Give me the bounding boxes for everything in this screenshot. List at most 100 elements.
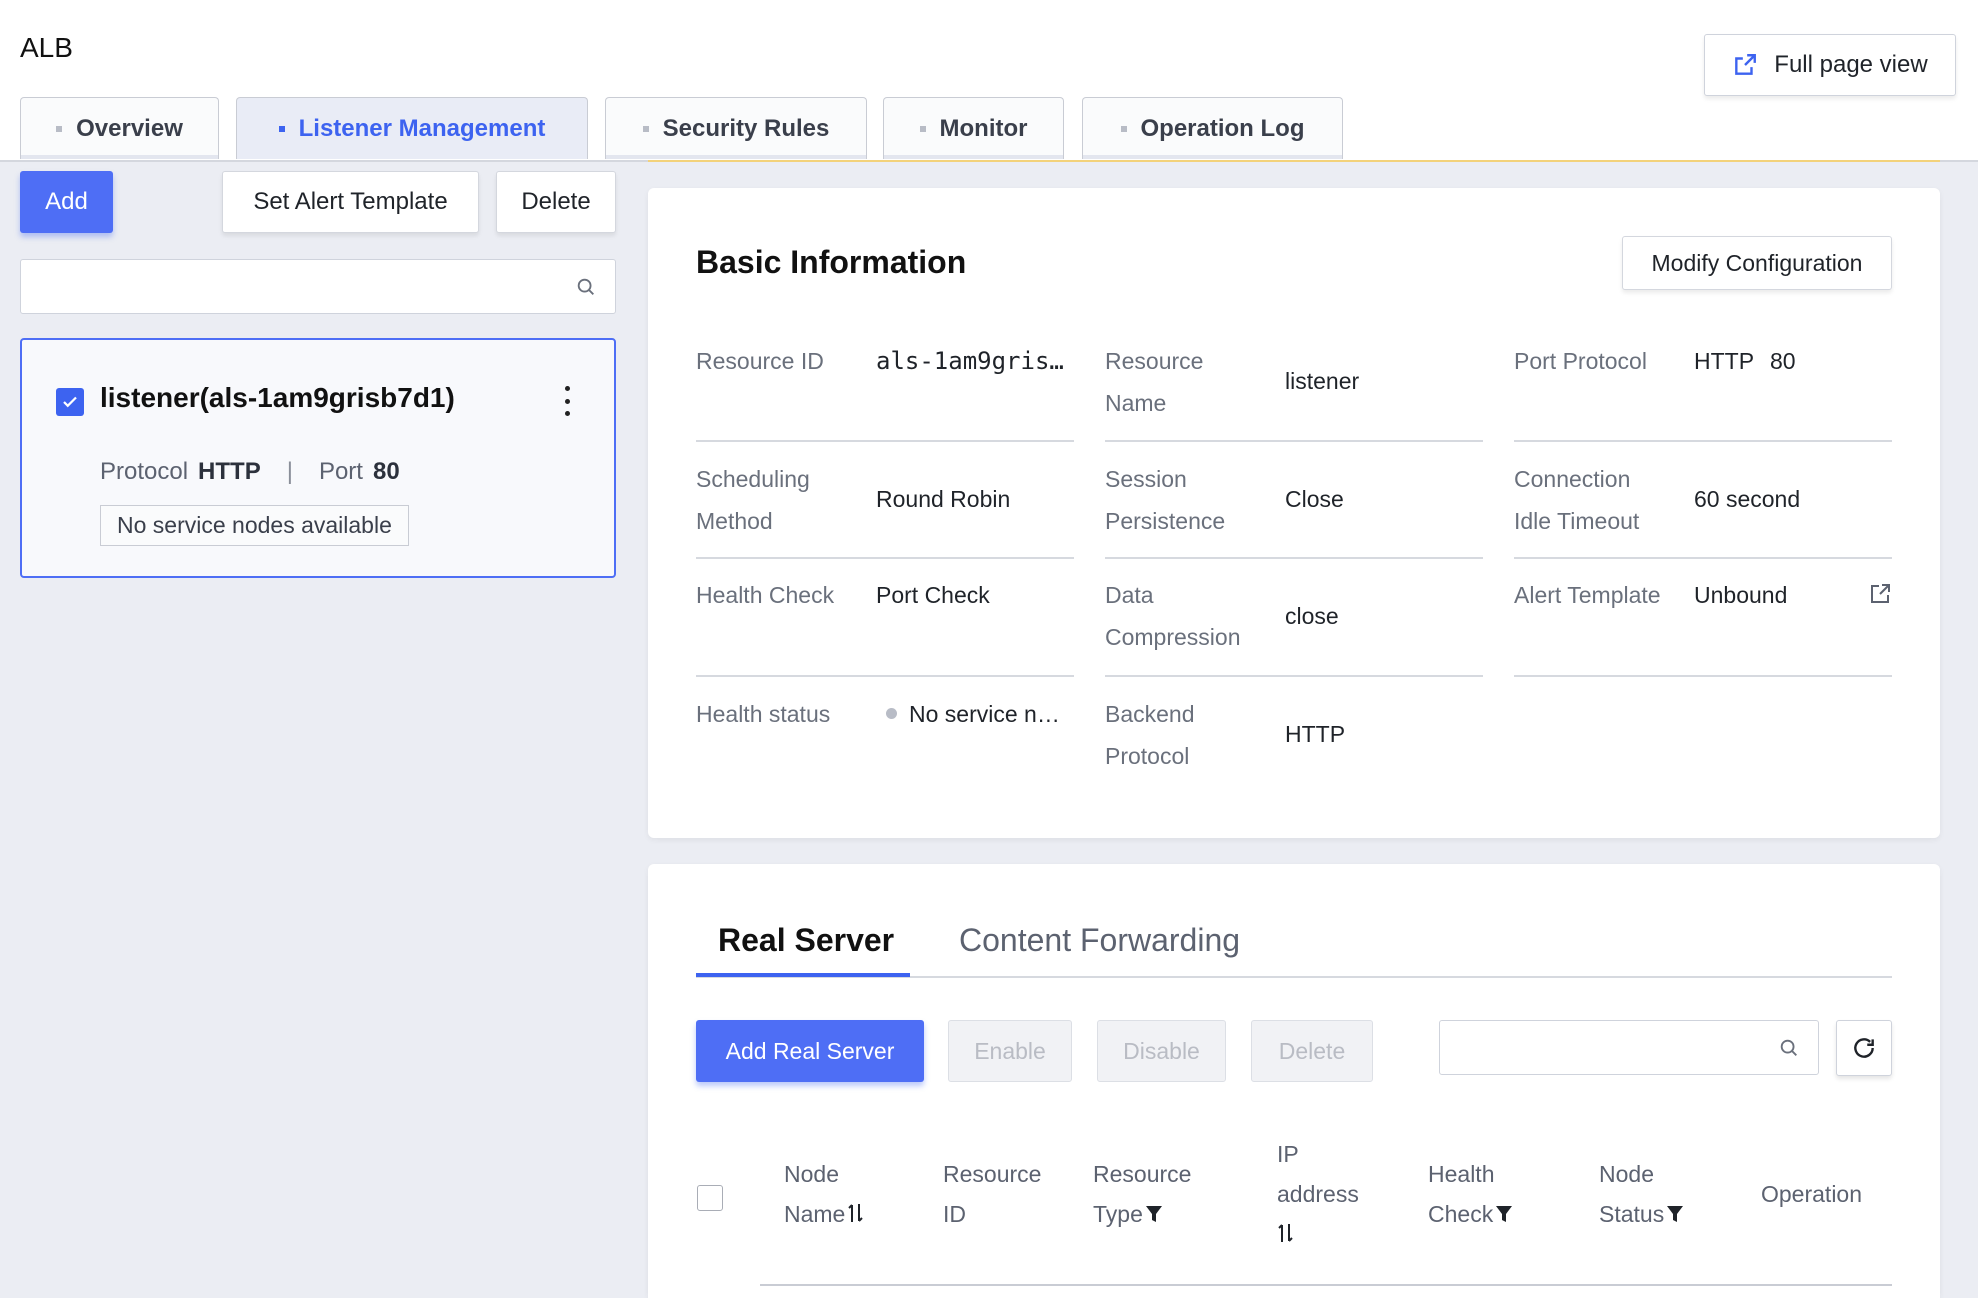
tab-dot-icon — [56, 125, 63, 132]
divider — [1105, 557, 1483, 559]
column-label: Check — [1428, 1201, 1494, 1227]
divider — [696, 440, 1074, 442]
divider — [1105, 440, 1483, 442]
protocol-label: Protocol — [100, 458, 189, 485]
column-label: Resource — [1093, 1161, 1192, 1187]
enable-button[interactable]: Enable — [948, 1020, 1072, 1082]
more-vertical-icon[interactable] — [560, 386, 574, 416]
resource-id-value: als-1am9gris… — [876, 347, 1064, 375]
tab-label: Monitor — [939, 114, 1028, 142]
scheduling-method-label-2: Method — [696, 508, 773, 534]
tab-label: Operation Log — [1140, 114, 1305, 142]
tab-listener-management[interactable]: Listener Management — [236, 97, 588, 159]
section-title: Basic Information — [696, 244, 967, 280]
add-listener-button[interactable]: Add — [20, 171, 113, 233]
health-status-value-wrap: No service n… — [886, 693, 1060, 735]
port-protocol-value: HTTP — [1694, 348, 1755, 374]
add-real-server-button[interactable]: Add Real Server — [696, 1020, 924, 1082]
top-header: ALB Full page view Overview Listener Man… — [0, 0, 1978, 160]
tab-dot-icon — [919, 125, 926, 132]
column-operation: Operation — [1761, 1181, 1863, 1207]
divider — [1514, 557, 1892, 559]
tab-real-server[interactable]: Real Server — [718, 922, 894, 959]
column-resource-id: Resource ID — [943, 1154, 1041, 1234]
session-persistence-value: Close — [1285, 486, 1344, 512]
port-value: 80 — [1770, 348, 1796, 374]
resource-name-label-2: Name — [1105, 390, 1167, 416]
status-badge: No service nodes available — [100, 505, 409, 546]
listener-card[interactable]: listener(als-1am9grisb7d1) Protocol HTTP… — [20, 338, 616, 578]
disable-button[interactable]: Disable — [1097, 1020, 1226, 1082]
idle-timeout-label-2: Idle Timeout — [1514, 508, 1640, 534]
real-server-search-input[interactable] — [1439, 1020, 1819, 1075]
full-page-view-label: Full page view — [1774, 51, 1928, 78]
tab-operation-log[interactable]: Operation Log — [1082, 97, 1343, 159]
data-compression-label-1: Data — [1105, 582, 1154, 608]
basic-info-card: Basic Information Modify Configuration R… — [648, 188, 1940, 838]
filter-icon[interactable] — [1495, 1196, 1513, 1236]
column-label: IP — [1277, 1141, 1299, 1167]
check-icon — [63, 396, 77, 408]
listener-search-input[interactable] — [20, 259, 616, 314]
search-icon — [1780, 1039, 1797, 1056]
tab-overview[interactable]: Overview — [20, 97, 219, 159]
filter-icon[interactable] — [1145, 1196, 1163, 1236]
column-node-name[interactable]: Node Name — [784, 1154, 865, 1236]
refresh-button[interactable] — [1836, 1020, 1892, 1076]
divider — [696, 557, 1074, 559]
tabs-accent-line — [648, 160, 1940, 162]
resource-name-label-1: Resource — [1105, 348, 1204, 374]
listener-checkbox[interactable] — [56, 388, 84, 416]
port-value: 80 — [372, 458, 400, 485]
column-health-check[interactable]: Health Check — [1428, 1154, 1513, 1236]
port-label: Port — [318, 458, 363, 485]
tab-label: Overview — [76, 114, 183, 142]
tab-label: Listener Management — [298, 114, 546, 142]
table-header-divider — [760, 1284, 1892, 1286]
filter-icon[interactable] — [1666, 1196, 1684, 1236]
scheduling-method-label-1: Scheduling — [696, 466, 810, 492]
data-compression-value: close — [1285, 603, 1339, 629]
search-icon — [577, 278, 594, 295]
modify-configuration-button[interactable]: Modify Configuration — [1622, 236, 1892, 290]
column-label: Health — [1428, 1161, 1495, 1187]
meta-separator: | — [286, 458, 293, 485]
data-compression-label-2: Compression — [1105, 624, 1241, 650]
scheduling-method-value: Round Robin — [876, 486, 1011, 512]
idle-timeout-label-1: Connection — [1514, 466, 1631, 492]
column-label: ID — [943, 1201, 966, 1227]
sort-icon[interactable] — [1277, 1216, 1295, 1256]
select-all-checkbox[interactable] — [697, 1185, 723, 1211]
health-check-value: Port Check — [876, 582, 990, 608]
listener-name: listener(als-1am9grisb7d1) — [100, 382, 455, 413]
column-label: Node — [784, 1161, 839, 1187]
tab-monitor[interactable]: Monitor — [883, 97, 1064, 159]
tab-security-rules[interactable]: Security Rules — [605, 97, 867, 159]
external-link-icon — [1735, 54, 1757, 75]
column-label: Node — [1599, 1161, 1654, 1187]
set-alert-template-button[interactable]: Set Alert Template — [222, 171, 479, 233]
column-resource-type[interactable]: Resource Type — [1093, 1154, 1191, 1236]
edit-icon[interactable] — [1868, 582, 1892, 606]
refresh-icon — [1854, 1038, 1874, 1058]
full-page-view-button[interactable]: Full page view — [1704, 34, 1956, 96]
column-node-status[interactable]: Node Status — [1599, 1154, 1684, 1236]
tab-content-forwarding[interactable]: Content Forwarding — [959, 922, 1240, 959]
divider — [1514, 440, 1892, 442]
column-label: Type — [1093, 1201, 1143, 1227]
tab-dot-icon — [642, 125, 649, 132]
sort-icon[interactable] — [847, 1196, 865, 1236]
column-label: Resource — [943, 1161, 1042, 1187]
real-server-card: Real Server Content Forwarding Add Real … — [648, 864, 1940, 1298]
health-status-value: No service n… — [909, 701, 1060, 727]
alert-template-value: Unbound — [1694, 582, 1788, 608]
delete-button[interactable]: Delete — [1251, 1020, 1373, 1082]
listener-meta: Protocol HTTP | Port 80 — [100, 458, 400, 486]
session-persistence-label-2: Persistence — [1105, 508, 1226, 534]
divider — [1105, 675, 1483, 677]
health-status-label: Health status — [696, 701, 831, 727]
backend-protocol-label-1: Backend — [1105, 701, 1195, 727]
app-title: ALB — [20, 32, 73, 63]
delete-listener-button[interactable]: Delete — [496, 171, 616, 233]
column-ip-address[interactable]: IP address — [1277, 1134, 1359, 1256]
